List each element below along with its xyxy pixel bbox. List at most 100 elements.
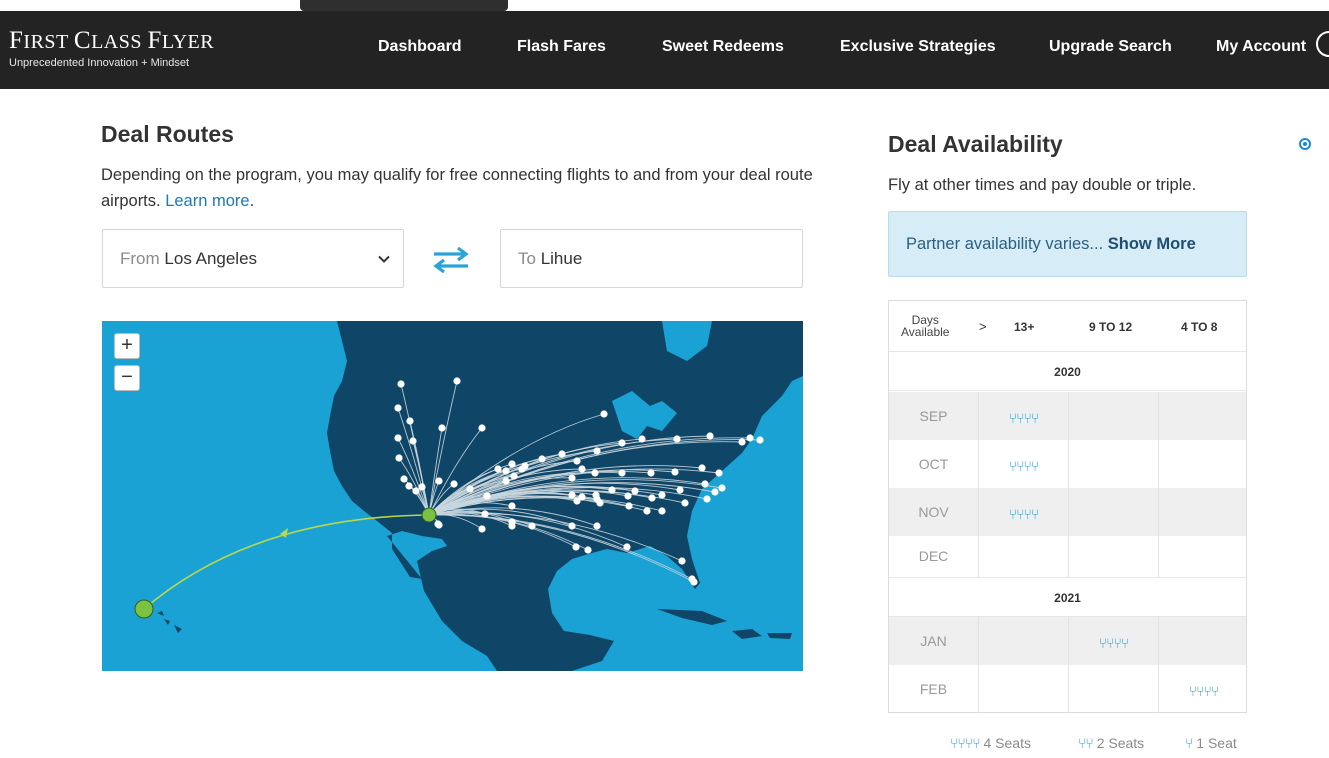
destination-dot <box>405 482 413 490</box>
destination-dot <box>593 522 601 530</box>
destination-dot <box>647 469 655 477</box>
legend-2-seats: ⑂⑂ 2 Seats <box>1078 735 1145 751</box>
from-prefix: From <box>120 249 160 268</box>
availability-cell[interactable]: ⑂⑂⑂⑂ <box>978 392 1068 440</box>
destination-dot <box>673 435 681 443</box>
to-airport-input[interactable]: To Lihue <box>500 229 803 288</box>
from-airport-select[interactable]: From Los Angeles <box>102 229 404 288</box>
column-13-plus: 13+ <box>1014 320 1035 334</box>
browser-tab-notch <box>300 0 508 11</box>
period-text: . <box>249 192 255 210</box>
destination-dot <box>558 450 566 458</box>
destination-dot <box>658 507 666 515</box>
destination-dot <box>608 486 616 494</box>
destination-dot <box>406 417 414 425</box>
chevron-right-icon[interactable]: > <box>979 319 987 334</box>
destination-dot <box>518 465 526 473</box>
destination-dot <box>418 483 426 491</box>
nav-my-account[interactable]: My Account <box>1216 38 1306 56</box>
nav-upgrade-search[interactable]: Upgrade Search <box>1049 38 1172 56</box>
seat-icon: ⑂⑂ <box>1078 735 1094 751</box>
destination-dot <box>394 404 402 412</box>
zoom-out-button[interactable]: − <box>114 365 140 391</box>
route-map-canvas <box>134 321 803 671</box>
availability-cell <box>1068 536 1158 577</box>
destination-dot <box>573 457 581 465</box>
show-more-link[interactable]: Show More <box>1108 235 1196 253</box>
availability-cell[interactable]: ⑂⑂⑂⑂ <box>1068 617 1158 665</box>
destination-dot <box>528 522 536 530</box>
seat-icon[interactable]: ⑂⑂⑂⑂ <box>1009 440 1040 492</box>
destination-dot <box>648 494 656 502</box>
seat-icon[interactable]: ⑂⑂⑂⑂ <box>1189 665 1220 717</box>
seat-icon: ⑂ <box>1185 735 1193 751</box>
nav-dashboard[interactable]: Dashboard <box>378 38 462 56</box>
destination-dot <box>625 502 633 510</box>
destination-dot <box>678 557 686 565</box>
legend-4-seats: ⑂⑂⑂⑂ 4 Seats <box>950 735 1031 751</box>
availability-cell[interactable]: ⑂⑂⑂⑂ <box>1158 665 1248 713</box>
days-available-label: Days Available <box>901 313 950 339</box>
lax-lihue-route <box>143 514 430 610</box>
destination-dot <box>593 447 601 455</box>
availability-cell <box>1158 617 1248 665</box>
year-header-2021: 2021 <box>889 577 1246 617</box>
deal-availability-subtitle: Fly at other times and pay double or tri… <box>888 176 1197 194</box>
availability-cell <box>1068 488 1158 536</box>
hawaii-islands <box>157 611 182 633</box>
nav-exclusive-strategies[interactable]: Exclusive Strategies <box>840 38 996 56</box>
destination-dot <box>502 477 510 485</box>
destination-dot <box>638 435 646 443</box>
seat-icon[interactable]: ⑂⑂⑂⑂ <box>1009 392 1040 444</box>
year-header-2020: 2020 <box>889 351 1246 391</box>
partner-text: Partner availability varies... <box>906 235 1104 253</box>
destination-dot <box>756 436 764 444</box>
availability-cell <box>1158 392 1248 440</box>
destination-dot <box>658 491 666 499</box>
availability-cell <box>978 665 1068 713</box>
destination-dot <box>397 380 405 388</box>
destination-dot <box>572 543 580 551</box>
cuba-land <box>657 609 727 625</box>
month-label: OCT <box>918 456 949 472</box>
learn-more-link[interactable]: Learn more <box>165 192 249 210</box>
caribbean-islands <box>732 629 792 639</box>
radio-button[interactable] <box>1299 138 1311 150</box>
main-nav: Dashboard Flash Fares Sweet Redeems Excl… <box>0 38 1329 78</box>
seat-icon[interactable]: ⑂⑂⑂⑂ <box>1009 488 1040 540</box>
destination-dot <box>453 377 461 385</box>
destination-dot <box>618 439 626 447</box>
zoom-in-button[interactable]: + <box>114 333 140 359</box>
availability-cell[interactable]: ⑂⑂⑂⑂ <box>978 488 1068 536</box>
availability-row-oct: OCT ⑂⑂⑂⑂ <box>889 440 1246 488</box>
destination-dot <box>508 522 516 530</box>
destination-dot <box>434 520 442 528</box>
availability-cell[interactable]: ⑂⑂⑂⑂ <box>978 440 1068 488</box>
availability-row-dec: DEC <box>889 536 1246 577</box>
destination-dot <box>624 492 632 500</box>
destination-dot <box>494 465 502 473</box>
seat-icon: ⑂⑂⑂⑂ <box>950 735 981 751</box>
destination-dot <box>538 455 546 463</box>
destination-dot <box>478 424 486 432</box>
swap-arrows-icon[interactable] <box>431 246 471 274</box>
partner-availability-banner[interactable]: Partner availability varies... Show More <box>888 211 1247 277</box>
destination-dot <box>435 477 443 485</box>
destination-dot <box>395 454 403 462</box>
destination-dot <box>746 434 754 442</box>
seat-icon[interactable]: ⑂⑂⑂⑂ <box>1099 617 1130 669</box>
destination-dot <box>718 484 726 492</box>
nav-flash-fares[interactable]: Flash Fares <box>517 38 606 56</box>
route-map[interactable]: + − <box>102 321 803 671</box>
month-label: DEC <box>918 548 949 564</box>
destination-dot <box>623 543 631 551</box>
destination-dot <box>409 437 417 445</box>
destination-dot <box>412 487 420 495</box>
availability-cell <box>1158 488 1248 536</box>
availability-cell <box>1158 440 1248 488</box>
destination-dot <box>573 497 581 505</box>
nav-sweet-redeems[interactable]: Sweet Redeems <box>662 38 784 56</box>
column-4-to-8: 4 TO 8 <box>1181 320 1218 334</box>
destination-dot <box>508 502 516 510</box>
destination-dot <box>738 438 746 446</box>
